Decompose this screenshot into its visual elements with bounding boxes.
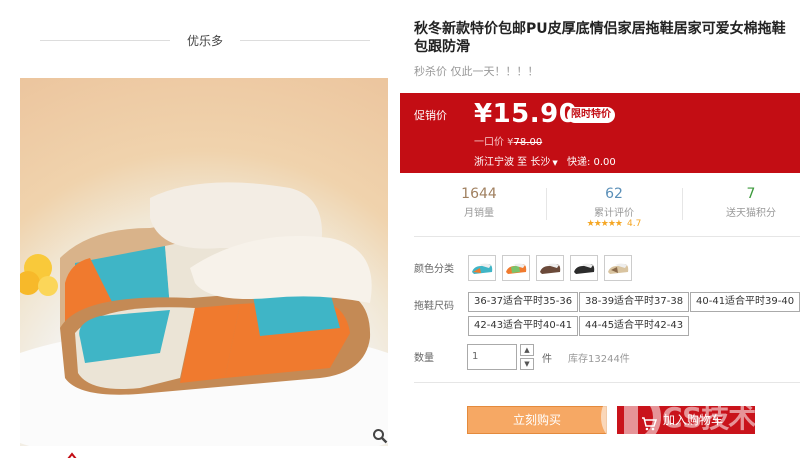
size-option[interactable]: 36-37适合平时35-36 (468, 292, 579, 312)
section-divider (414, 236, 800, 237)
product-page: 优乐多 秋冬新款特价包邮PU皮厚底情侣家居拖鞋居家可爱女棉拖鞋 包跟防滑 秒杀价… (0, 0, 800, 458)
product-info: 秋冬新款特价包邮PU皮厚底情侣家居拖鞋居家可爱女棉拖鞋 包跟防滑 秒杀价 仅此一… (400, 0, 800, 458)
shop-header: 优乐多 (40, 30, 370, 50)
size-label: 拖鞋尺码 (414, 301, 454, 312)
color-swatch-2[interactable] (502, 255, 530, 281)
size-option[interactable]: 40-41适合平时39-40 (690, 292, 800, 312)
promo-price: ¥15.90 (474, 99, 578, 129)
promo-price-label: 促销价 (414, 109, 447, 122)
tmall-points-label: 送天猫积分 (726, 208, 776, 219)
tmall-points: 7 送天猫积分 (686, 186, 800, 219)
add-to-cart-label: 加入购物车 (663, 413, 724, 427)
quantity-increase-button[interactable]: ▲ (520, 344, 534, 356)
monthly-sales: 1644 月销量 (414, 186, 544, 219)
quantity-input[interactable]: 1 (467, 344, 517, 370)
product-main-image[interactable] (20, 78, 388, 446)
shipping-fee: 快递: 0.00 (566, 157, 616, 168)
zoom-icon[interactable] (372, 428, 388, 444)
cart-icon (641, 413, 658, 441)
slipper-illustration (20, 182, 388, 446)
stock-count: 库存13244件 (568, 354, 630, 365)
quantity-unit: 件 (542, 354, 552, 365)
section-divider (414, 382, 800, 383)
flower-icon (20, 254, 58, 296)
product-title: 秋冬新款特价包邮PU皮厚底情侣家居拖鞋居家可爱女棉拖鞋 包跟防滑 (414, 20, 800, 56)
divider-line (240, 40, 370, 41)
product-title-line1: 秋冬新款特价包邮PU皮厚底情侣家居拖鞋居家可爱女棉拖鞋 (414, 21, 786, 37)
limited-offer-badge: 限时特价 (567, 107, 615, 123)
size-option[interactable]: 44-45适合平时42-43 (579, 316, 690, 336)
original-price-label: 一口价 ¥ (474, 137, 514, 148)
color-swatch-5[interactable] (604, 255, 632, 281)
original-price: 一口价 ¥78.00 (474, 133, 542, 148)
size-option[interactable]: 42-43适合平时40-41 (468, 316, 579, 336)
monthly-sales-label: 月销量 (464, 208, 494, 219)
stat-divider (546, 188, 547, 220)
product-title-line2: 包跟防滑 (414, 39, 470, 55)
color-swatch-3[interactable] (536, 255, 564, 281)
tmall-points-value: 7 (746, 186, 756, 202)
promo-panel: 促销价 ¥15.90 限时特价 一口价 ¥78.00 浙江宁波 至 长沙 ▼ 快递… (400, 93, 800, 173)
monthly-sales-value: 1644 (461, 186, 497, 202)
ship-from: 浙江宁波 至 (474, 157, 528, 168)
ship-to-select[interactable]: 长沙 (530, 157, 550, 168)
chevron-up-icon[interactable] (66, 446, 78, 458)
color-swatch-1[interactable] (468, 255, 496, 281)
color-label: 颜色分类 (414, 264, 454, 275)
shipping-info: 浙江宁波 至 长沙 ▼ 快递: 0.00 (474, 153, 616, 168)
color-swatch-4[interactable] (570, 255, 598, 281)
product-gallery: 优乐多 (0, 0, 400, 458)
reviews-label: 累计评价 (594, 208, 634, 219)
chevron-down-icon[interactable]: ▼ (552, 159, 557, 167)
stats-bar: 1644 月销量 62 累计评价 ★★★★★ 4.7 7 送天猫积分 (414, 180, 800, 229)
stat-divider (682, 188, 683, 220)
add-to-cart-button[interactable]: 加入购物车 (617, 406, 755, 434)
size-option[interactable]: 38-39适合平时37-38 (579, 292, 690, 312)
reviews-count[interactable]: 62 (549, 186, 679, 202)
quantity-label: 数量 (414, 353, 434, 364)
rating-score: 4.7 (627, 219, 642, 229)
quantity-decrease-button[interactable]: ▼ (520, 358, 534, 370)
rating-stars: ★★★★★ 4.7 (549, 219, 679, 229)
original-price-value: 78.00 (513, 137, 543, 148)
reviews-stat[interactable]: 62 累计评价 ★★★★★ 4.7 (549, 186, 679, 229)
product-subtitle: 秒杀价 仅此一天！！！！ (414, 65, 539, 78)
buy-now-button[interactable]: 立刻购买 (467, 406, 607, 434)
star-icons: ★★★★★ (586, 219, 623, 229)
